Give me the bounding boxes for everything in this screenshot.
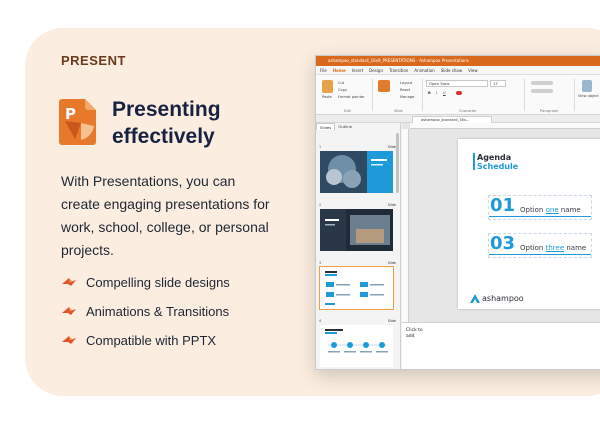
slide-canvas[interactable]: Agenda Schedule 01 Option one name 03 Op… [458,139,600,309]
document-tabstrip: ashampoo_standard_16x... [316,115,600,123]
character-group-label: Character [459,109,477,113]
thumbnail-image [320,209,393,251]
menu-animation[interactable]: Animation [414,68,434,73]
section-label: PRESENT [61,53,126,68]
thumb-number: 4 [319,319,322,323]
title-accent-bar [473,153,475,170]
option-underline [489,254,591,255]
thumbnail-image [320,151,393,193]
notes-placeholder: Click to add [406,328,423,339]
option-number: 01 [490,195,516,216]
tab-outline[interactable]: Outline [335,123,355,130]
ribbon-separator [574,79,575,111]
pane-tabs: Slides Outline [316,123,400,130]
underline-button[interactable]: U [443,91,446,95]
italic-button[interactable]: I [436,91,437,95]
slide-title-line-1[interactable]: Agenda [477,153,511,162]
headline: Presenting effectively [112,96,292,150]
vertical-ruler [402,129,409,329]
thumb-name: Slide [387,203,396,207]
paste-icon[interactable] [322,80,333,93]
thumb-number: 3 [319,261,322,265]
font-color-icon[interactable] [456,91,462,95]
feature-item: Animations & Transitions [61,302,229,320]
app-window-screenshot: ashampoo_standard_16x9_PRESENTATIONS - A… [315,55,600,370]
slide-logo: ashampoo [470,294,524,303]
option-text: Option one name [520,206,581,214]
slide-thumbnail-selected[interactable] [319,266,394,310]
slide-thumbnail[interactable] [320,209,393,251]
menu-view[interactable]: View [468,68,478,73]
feature-text: Compatible with PPTX [86,332,217,348]
presentations-app-icon: P [59,99,96,145]
view-object-label: View object [578,94,599,98]
feature-item: Compatible with PPTX [61,331,216,349]
tab-slides[interactable]: Slides [316,123,336,130]
cut-button[interactable]: Cut [338,81,344,85]
bird-bullet-icon [62,307,76,315]
layout-button[interactable]: Layout [400,81,412,85]
thumb-name: Slide [387,319,396,323]
ribbon-separator [422,79,423,111]
format-painter-button[interactable]: Format painter [338,95,365,99]
option-link: one [545,206,559,214]
svg-text:P: P [65,105,76,123]
bold-button[interactable]: B [428,91,431,95]
horizontal-ruler [410,123,600,129]
menu-transition[interactable]: Transition [389,68,408,73]
reset-button[interactable]: Reset [400,88,410,92]
menu-home[interactable]: Home [333,68,346,73]
new-slide-icon[interactable] [378,80,390,92]
feature-text: Animations & Transitions [86,303,230,319]
bullets-icon[interactable] [531,81,553,85]
slides-scrollbar[interactable] [396,133,399,193]
option-underline [489,216,591,217]
ribbon-separator [524,79,525,111]
bird-bullet-icon [62,278,76,286]
thumb-name: Slide [387,145,396,149]
feature-text: Compelling slide designs [86,274,230,290]
edit-group-label: Edit [344,109,351,113]
menu-bar: File Home Insert Design Transition Anima… [316,66,600,75]
ribbon-separator [372,79,373,111]
font-size-select[interactable]: 17 [490,80,506,87]
manage-button[interactable]: Manage [400,95,414,99]
font-name-select[interactable]: Open Sans [426,80,488,87]
option-number: 03 [490,233,516,254]
document-tab[interactable]: ashampoo_standard_16x... [412,116,492,123]
option-link: three [545,244,565,252]
align-icon[interactable] [531,89,553,93]
paragraph-group-label: Paragraph [540,109,559,113]
menu-design[interactable]: Design [369,68,383,73]
headline-line-1: Presenting [112,98,221,121]
feature-item: Compelling slide designs [61,273,230,291]
slides-pane: Slides Outline 1 Slide 2 Slide 3 Slide 4… [316,123,401,369]
option-text: Option three name [520,244,587,252]
headline-line-2: effectively [112,125,215,148]
ribbon-toolbar: Paste Cut Copy Format painter Edit Layou… [316,75,600,115]
slide-thumbnail[interactable] [320,325,393,367]
slide-title-line-2[interactable]: Schedule [477,162,518,171]
thumb-name: Slide [387,261,396,265]
copy-button[interactable]: Copy [338,88,347,92]
thumb-number: 2 [319,203,322,207]
description: With Presentations, you can create engag… [61,173,270,258]
thumbnail-image [320,267,393,309]
thumb-number: 1 [319,145,322,149]
view-object-icon[interactable] [582,80,592,92]
ashampoo-logo-icon [470,294,480,303]
menu-file[interactable]: File [320,68,327,73]
slide-logo-text: ashampoo [482,294,524,303]
window-titlebar: ashampoo_standard_16x9_PRESENTATIONS - A… [316,56,600,66]
bird-bullet-icon [62,336,76,344]
thumbnail-image [320,325,393,367]
slide-thumbnail[interactable] [320,151,393,193]
speaker-notes[interactable]: Click to add [402,322,600,369]
menu-slide-show[interactable]: Slide show [441,68,462,73]
slide-group-label: Slide [394,109,403,113]
menu-insert[interactable]: Insert [352,68,363,73]
paste-label: Paste [322,95,332,99]
